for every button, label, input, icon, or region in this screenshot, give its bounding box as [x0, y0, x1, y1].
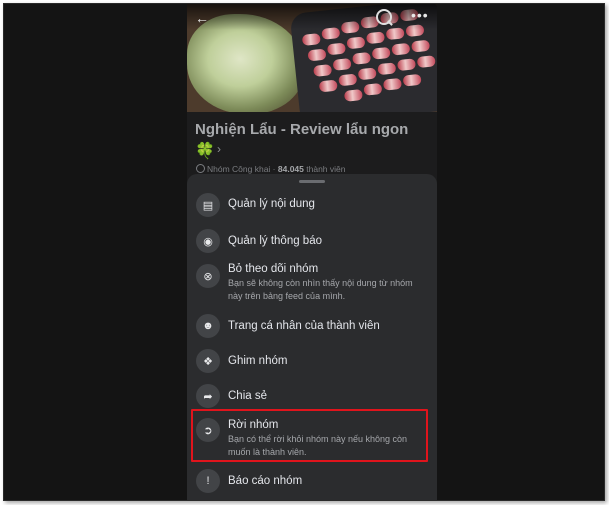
menu-item-manage-notifications[interactable]: ◉ Quản lý thông báo: [187, 228, 437, 254]
clover-emoji: 🍀: [195, 143, 215, 160]
menu-item-label: Chia sẻ: [228, 390, 267, 402]
group-privacy: Nhóm Công khai: [207, 164, 271, 174]
menu-item-label: Quản lý nội dung: [228, 198, 315, 210]
more-horizontal-icon[interactable]: •••: [411, 7, 429, 23]
pin-icon: ❖: [196, 349, 220, 373]
member-profile-icon: ☻: [196, 314, 220, 338]
share-icon: ➦: [196, 384, 220, 408]
menu-item-label: Trang cá nhân của thành viên: [228, 320, 380, 332]
menu-item-report-group[interactable]: ! Báo cáo nhóm: [187, 468, 437, 494]
bell-icon: ◉: [196, 229, 220, 253]
menu-item-pin-group[interactable]: ❖ Ghim nhóm: [187, 348, 437, 374]
group-name[interactable]: Nghiện Lẩu - Review lẩu ngon: [195, 120, 435, 139]
menu-item-label: Quản lý thông báo: [228, 235, 322, 247]
menu-item-unfollow[interactable]: ⊗ Bỏ theo dõi nhóm Bạn sẽ không còn nhìn…: [187, 261, 437, 303]
menu-item-manage-content[interactable]: ▤ Quản lý nội dung: [187, 192, 437, 218]
menu-item-member-profile[interactable]: ☻ Trang cá nhân của thành viên: [187, 313, 437, 339]
group-meta: Nhóm Công khai · 84.045 thành viên: [196, 164, 345, 174]
member-count: 84.045: [277, 164, 304, 174]
arrow-left-icon[interactable]: ←: [195, 10, 209, 26]
chevron-right-icon[interactable]: ›: [217, 142, 221, 156]
menu-item-share[interactable]: ➦ Chia sẻ: [187, 383, 437, 409]
menu-item-label: Bỏ theo dõi nhóm: [228, 263, 319, 275]
report-icon: !: [196, 469, 220, 493]
content-manage-icon: ▤: [196, 193, 220, 217]
menu-item-label: Ghim nhóm: [228, 355, 288, 367]
unfollow-icon: ⊗: [196, 264, 220, 288]
globe-icon: [196, 164, 205, 173]
menu-item-description: Bạn sẽ không còn nhìn thấy nội dung từ n…: [228, 278, 413, 301]
leave-group-highlight-box: [191, 409, 428, 462]
top-gradient: [187, 4, 437, 30]
sheet-drag-handle[interactable]: [299, 180, 325, 183]
group-cover-photo[interactable]: ← •••: [187, 4, 437, 112]
search-icon[interactable]: [376, 9, 392, 25]
menu-item-label: Báo cáo nhóm: [228, 475, 303, 487]
member-count-suffix: thành viên: [306, 164, 346, 174]
